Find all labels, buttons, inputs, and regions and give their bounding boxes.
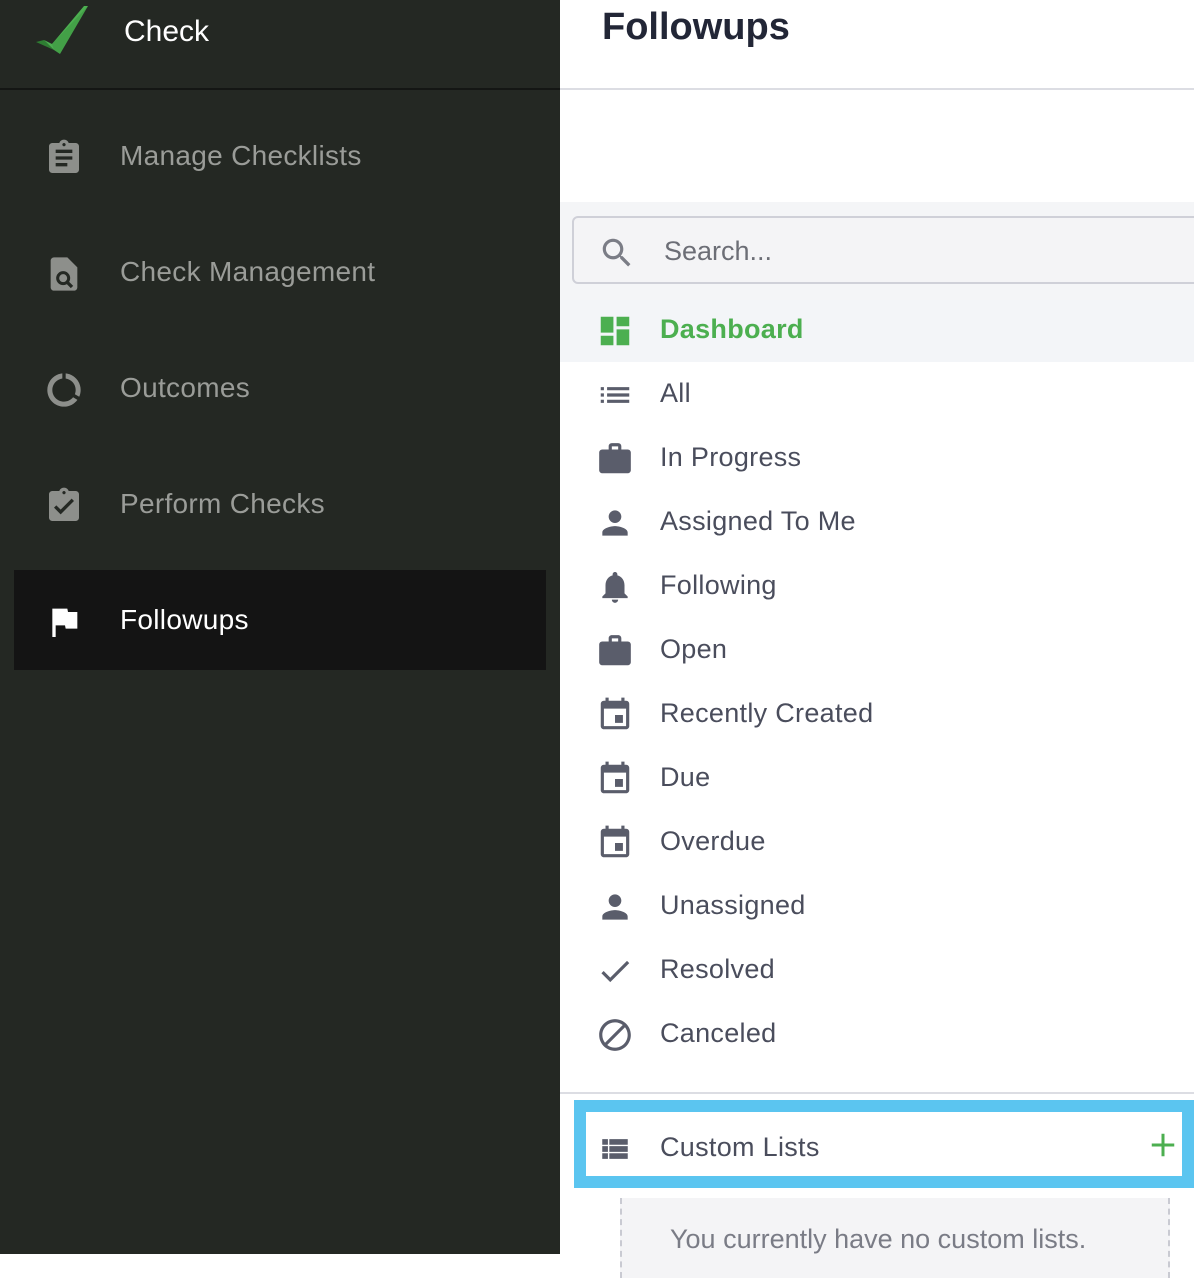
search-input[interactable]: [662, 230, 1166, 272]
sidebar-item-check-management[interactable]: Check Management: [14, 222, 546, 322]
custom-lists-label: Custom Lists: [660, 1132, 820, 1162]
sidebar-item-label: Check Management: [120, 256, 376, 287]
list-item-dashboard[interactable]: Dashboard: [560, 300, 1194, 362]
clipboard-icon: [49, 139, 79, 173]
search-icon: [602, 238, 631, 267]
list-item-label: Assigned To Me: [660, 506, 856, 536]
divider: [560, 88, 1194, 90]
divider: [560, 1092, 1194, 1094]
list-item-label: Overdue: [660, 826, 766, 856]
add-custom-list-button[interactable]: [1148, 1130, 1178, 1166]
sidebar-item-label: Followups: [120, 604, 249, 635]
sidebar-item-label: Manage Checklists: [120, 140, 362, 171]
search-bar: [560, 202, 1194, 300]
list-item-recently-created[interactable]: Recently Created: [560, 684, 1194, 746]
flag-icon: [52, 608, 78, 637]
list-item-label: Dashboard: [660, 314, 804, 344]
sidebar-item-followups[interactable]: Followups: [14, 570, 546, 670]
sidebar: Check Manage Checklists Check Management…: [0, 0, 560, 1254]
list-item-label: Resolved: [660, 954, 775, 984]
briefcase-icon: [599, 443, 631, 474]
list-icon: [600, 387, 630, 403]
list-item-resolved[interactable]: Resolved: [560, 940, 1194, 1002]
list-item-due[interactable]: Due: [560, 748, 1194, 810]
list-item-following[interactable]: Following: [560, 556, 1194, 618]
list-item-label: Open: [660, 634, 728, 664]
sidebar-item-manage-checklists[interactable]: Manage Checklists: [14, 106, 546, 206]
custom-lists-header[interactable]: Custom Lists: [560, 1118, 1194, 1180]
sidebar-item-perform-checks[interactable]: Perform Checks: [14, 454, 546, 554]
calendar-icon: [600, 761, 630, 794]
person-icon: [602, 510, 628, 536]
brand-name: Check: [124, 15, 210, 48]
sidebar-item-label: Outcomes: [120, 372, 250, 403]
list-item-overdue[interactable]: Overdue: [560, 812, 1194, 874]
clipboard-check-icon: [49, 487, 79, 521]
person-icon: [602, 894, 628, 920]
followups-panel: Followups Dashboard All In Progress Assi…: [560, 0, 1194, 1278]
list-item-assigned-to-me[interactable]: Assigned To Me: [560, 492, 1194, 554]
calendar-icon: [600, 697, 630, 730]
list-item-label: All: [660, 378, 691, 408]
list-item-all[interactable]: All: [560, 364, 1194, 426]
list-item-label: In Progress: [660, 442, 802, 472]
brand-header: Check: [0, 0, 560, 90]
check-icon: [601, 960, 630, 983]
list-item-label: Following: [660, 570, 777, 600]
list-item-label: Due: [660, 762, 711, 792]
document-search-icon: [50, 257, 78, 291]
calendar-icon: [600, 825, 630, 858]
search-box[interactable]: [572, 216, 1194, 284]
list-item-in-progress[interactable]: In Progress: [560, 428, 1194, 490]
view-list-icon: [602, 1139, 628, 1159]
dashboard-icon: [600, 316, 630, 346]
briefcase-icon: [599, 635, 631, 666]
check-logo-icon: [36, 6, 88, 54]
custom-lists-empty-state: You currently have no custom lists.: [620, 1198, 1170, 1278]
ring-icon: [47, 373, 81, 407]
list-item-canceled[interactable]: Canceled: [560, 1004, 1194, 1066]
empty-state-text: You currently have no custom lists.: [670, 1224, 1087, 1254]
block-icon: [599, 1019, 631, 1051]
plus-icon: [1151, 1133, 1175, 1157]
bell-icon: [602, 571, 628, 603]
sidebar-item-label: Perform Checks: [120, 488, 325, 519]
list-item-label: Canceled: [660, 1018, 777, 1048]
page-title: Followups: [602, 6, 790, 48]
list-item-label: Unassigned: [660, 890, 806, 920]
list-item-unassigned[interactable]: Unassigned: [560, 876, 1194, 938]
list-item-label: Recently Created: [660, 698, 874, 728]
sidebar-item-outcomes[interactable]: Outcomes: [14, 338, 546, 438]
list-item-open[interactable]: Open: [560, 620, 1194, 682]
